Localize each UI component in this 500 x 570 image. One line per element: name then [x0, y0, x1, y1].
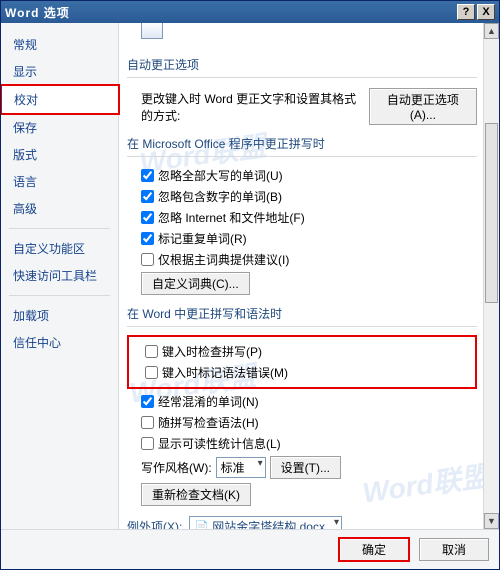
window-title: Word 选项 — [5, 4, 455, 21]
exceptions-label: 例外项(X): — [127, 520, 182, 529]
sidebar-item-save[interactable]: 保存 — [1, 114, 118, 141]
lbl-ignore-numbers: 忽略包含数字的单词(B) — [158, 188, 282, 205]
highlight-group-spellcheck: 键入时检查拼写(P) 键入时标记语法错误(M) — [127, 335, 477, 389]
sidebar-item-general[interactable]: 常规 — [1, 31, 118, 58]
section-exceptions-heading: 例外项(X): 📄 网站金字塔结构.docx — [127, 508, 477, 529]
chk-readability-stats[interactable] — [141, 437, 154, 450]
chk-ignore-uppercase[interactable] — [141, 169, 154, 182]
lbl-flag-repeated: 标记重复单词(R) — [158, 230, 247, 247]
sidebar-item-proofing[interactable]: 校对 — [1, 85, 119, 114]
sidebar-item-addins[interactable]: 加载项 — [1, 302, 118, 329]
section-mso-heading: 在 Microsoft Office 程序中更正拼写时 — [127, 127, 477, 157]
section-autocorrect-heading: 自动更正选项 — [127, 48, 477, 78]
chk-mark-grammar-typing[interactable] — [145, 366, 158, 379]
recheck-document-button[interactable]: 重新检查文档(K) — [141, 483, 251, 506]
section-wordspell-heading: 在 Word 中更正拼写和语法时 — [127, 297, 477, 327]
chk-ignore-numbers[interactable] — [141, 190, 154, 203]
scroll-down-arrow[interactable]: ▼ — [484, 513, 499, 529]
lbl-readability-stats: 显示可读性统计信息(L) — [158, 435, 281, 452]
chk-flag-repeated[interactable] — [141, 232, 154, 245]
chk-grammar-with-spelling[interactable] — [141, 416, 154, 429]
lbl-ignore-uppercase: 忽略全部大写的单词(U) — [158, 167, 283, 184]
sidebar-item-trust-center[interactable]: 信任中心 — [1, 329, 118, 356]
sidebar-separator — [9, 228, 110, 229]
sidebar-item-advanced[interactable]: 高级 — [1, 195, 118, 222]
ok-button[interactable]: 确定 — [339, 538, 409, 561]
writing-style-label: 写作风格(W): — [141, 459, 212, 476]
dialog-footer: 确定 取消 — [1, 529, 499, 569]
writing-style-settings-button[interactable]: 设置(T)... — [270, 456, 341, 479]
sidebar-item-quick-access[interactable]: 快速访问工具栏 — [1, 262, 118, 289]
exceptions-doc-select[interactable]: 📄 网站金字塔结构.docx — [189, 516, 342, 529]
word-options-dialog: Word 选项 ? X 常规 显示 校对 保存 版式 语言 高级 自定义功能区 … — [0, 0, 500, 570]
sidebar-item-layout[interactable]: 版式 — [1, 141, 118, 168]
lbl-confused-words: 经常混淆的单词(N) — [158, 393, 259, 410]
lbl-mark-grammar-typing: 键入时标记语法错误(M) — [162, 364, 288, 381]
chk-main-dict-only[interactable] — [141, 253, 154, 266]
lbl-grammar-with-spelling: 随拼写检查语法(H) — [158, 414, 259, 431]
paste-options-icon — [141, 23, 163, 39]
chk-check-spelling-typing[interactable] — [145, 345, 158, 358]
scroll-thumb[interactable] — [485, 123, 498, 303]
autocorrect-desc: 更改键入时 Word 更正文字和设置其格式的方式: — [141, 90, 365, 124]
autocorrect-options-button[interactable]: 自动更正选项(A)... — [369, 88, 477, 125]
custom-dictionaries-button[interactable]: 自定义词典(C)... — [141, 272, 250, 295]
category-sidebar: 常规 显示 校对 保存 版式 语言 高级 自定义功能区 快速访问工具栏 加载项 … — [1, 23, 119, 529]
chk-confused-words[interactable] — [141, 395, 154, 408]
lbl-check-spelling-typing: 键入时检查拼写(P) — [162, 343, 262, 360]
main-panel: Word联盟 Word联盟 Word联盟 自动更正选项 更改键入时 Word 更… — [119, 23, 499, 529]
lbl-main-dict-only: 仅根据主词典提供建议(I) — [158, 251, 289, 268]
sidebar-item-customize-ribbon[interactable]: 自定义功能区 — [1, 235, 118, 262]
lbl-ignore-internet: 忽略 Internet 和文件地址(F) — [158, 209, 305, 226]
sidebar-separator — [9, 295, 110, 296]
scroll-up-arrow[interactable]: ▲ — [484, 23, 499, 39]
cancel-button[interactable]: 取消 — [419, 538, 489, 561]
sidebar-item-language[interactable]: 语言 — [1, 168, 118, 195]
vertical-scrollbar[interactable]: ▲ ▼ — [483, 23, 499, 529]
titlebar: Word 选项 ? X — [1, 1, 499, 23]
help-button[interactable]: ? — [457, 4, 475, 20]
writing-style-select[interactable]: 标准 — [216, 457, 266, 478]
sidebar-item-display[interactable]: 显示 — [1, 58, 118, 85]
chk-ignore-internet[interactable] — [141, 211, 154, 224]
close-button[interactable]: X — [477, 4, 495, 20]
